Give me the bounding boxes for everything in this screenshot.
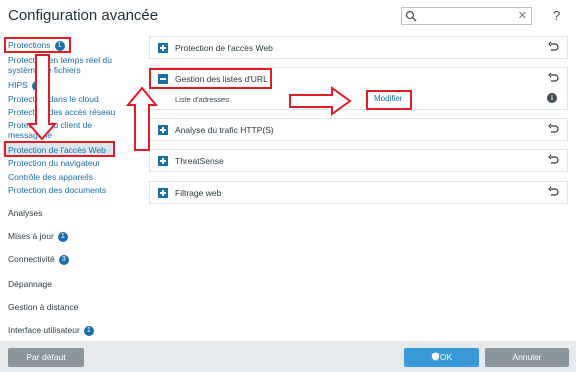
ok-label: OK	[439, 352, 453, 362]
sidebar-item-user-interface[interactable]: Interface utilisateur 1	[8, 325, 94, 336]
sidebar-item-realtime-fs[interactable]: Protection en temps réel du système de f…	[8, 55, 124, 75]
sidebar-item-cloud[interactable]: Protection dans le cloud	[8, 94, 99, 104]
sidebar-item-documents[interactable]: Protection des documents	[8, 185, 106, 195]
count-badge: 1	[57, 232, 68, 242]
undo-icon[interactable]	[548, 186, 559, 197]
plus-icon[interactable]	[158, 125, 168, 135]
section-label: Filtrage web	[175, 188, 222, 198]
count-badge: 1	[83, 326, 94, 336]
clear-icon[interactable]: ✕	[518, 9, 527, 22]
window-title: Configuration avancée	[8, 7, 159, 24]
search-input[interactable]: ✕	[401, 7, 532, 25]
default-button[interactable]: Par défaut	[8, 348, 84, 367]
sidebar-item-label: Mises à jour	[8, 231, 54, 241]
shield-icon	[431, 352, 439, 361]
sidebar-item-remote-management[interactable]: Gestion à distance	[8, 302, 78, 312]
section-label: Analyse du trafic HTTP(S)	[175, 125, 274, 135]
sidebar-item-troubleshooting[interactable]: Dépannage	[8, 279, 52, 289]
plus-icon[interactable]	[158, 188, 168, 198]
plus-icon[interactable]	[158, 43, 168, 53]
info-icon[interactable]: i	[547, 93, 557, 103]
section-threatsense[interactable]: ThreatSense	[149, 149, 568, 172]
section-web-access[interactable]: Protection de l'accès Web	[149, 36, 568, 59]
sidebar-item-scans[interactable]: Analyses	[8, 208, 43, 218]
sidebar-item-label: Connectivité	[8, 254, 55, 264]
undo-icon[interactable]	[548, 154, 559, 165]
sidebar-item-email-client[interactable]: Protection du client de messagerie	[8, 120, 112, 140]
section-label: ThreatSense	[175, 156, 224, 166]
section-http-traffic[interactable]: Analyse du trafic HTTP(S)	[149, 118, 568, 141]
sidebar-item-label: Interface utilisateur	[8, 325, 80, 335]
undo-icon[interactable]	[548, 123, 559, 134]
annotation-box-web-access	[4, 141, 115, 157]
section-label: Protection de l'accès Web	[175, 43, 273, 53]
sidebar-item-updates[interactable]: Mises à jour 1	[8, 231, 68, 242]
plus-icon[interactable]	[158, 156, 168, 166]
sidebar-item-device-control[interactable]: Contrôle des appareils	[8, 172, 93, 182]
undo-icon[interactable]	[548, 41, 559, 52]
annotation-box-url-lists	[149, 68, 272, 89]
search-icon	[405, 10, 417, 22]
sidebar-item-browser[interactable]: Protection du navigateur	[8, 158, 100, 168]
section-web-filtering[interactable]: Filtrage web	[149, 181, 568, 204]
cancel-button[interactable]: Annuler	[485, 348, 569, 367]
count-badge: 1	[31, 81, 42, 91]
undo-icon[interactable]	[548, 72, 559, 83]
help-icon[interactable]: ?	[553, 8, 560, 23]
address-list-label: Liste d'adresses	[175, 95, 229, 104]
sidebar-item-hips[interactable]: HIPS 1	[8, 80, 42, 91]
sidebar-item-network-access[interactable]: Protection des accès réseau	[8, 107, 115, 117]
sidebar-item-label: HIPS	[8, 80, 28, 90]
annotation-box-protections	[4, 37, 71, 53]
count-badge: 3	[58, 255, 69, 265]
sidebar-item-connectivity[interactable]: Connectivité 3	[8, 254, 69, 265]
ok-button[interactable]: OK	[404, 348, 479, 367]
annotation-box-modify	[366, 90, 412, 110]
